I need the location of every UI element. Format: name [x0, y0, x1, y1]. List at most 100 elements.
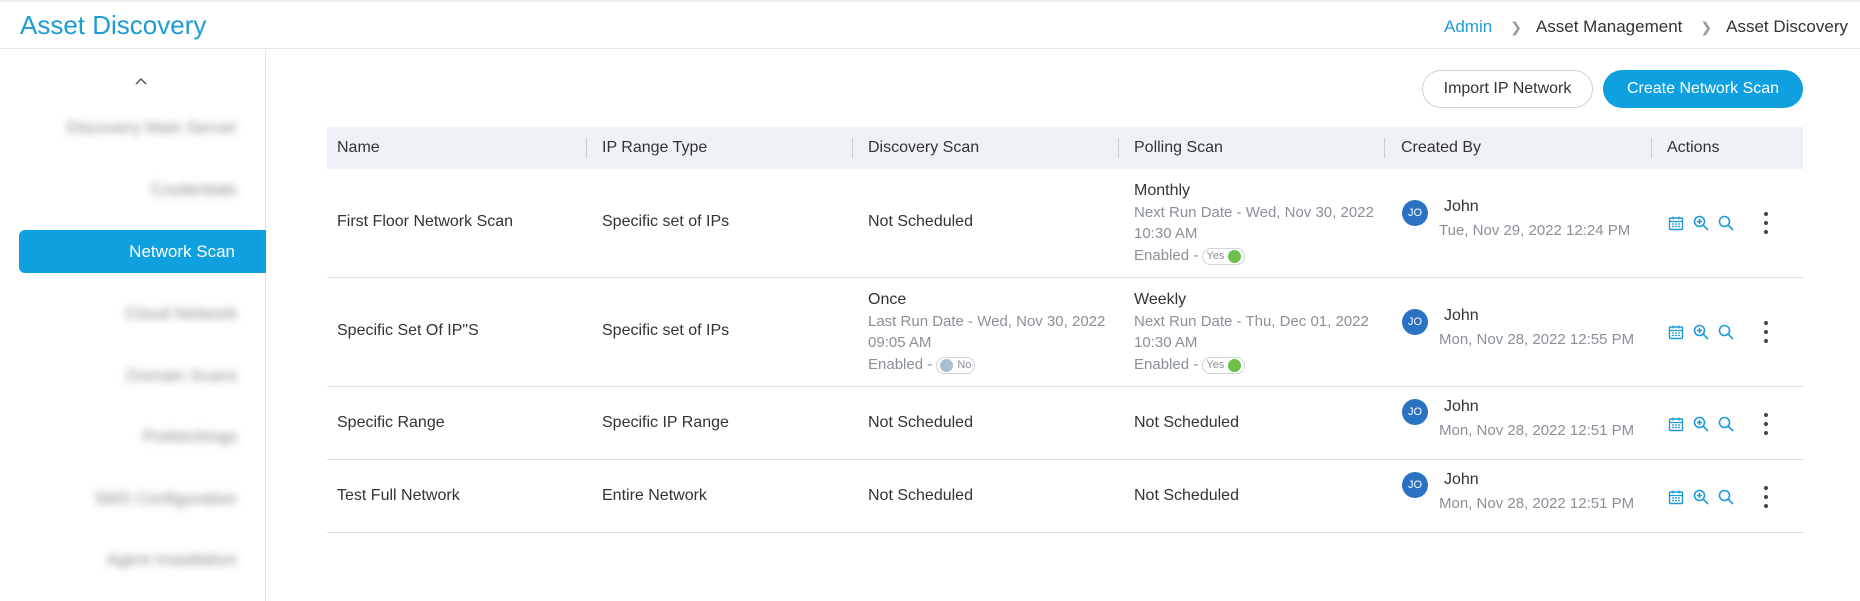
top-bar: Asset Discovery Admin ❯ Asset Management…: [0, 0, 1860, 49]
sidebar-item-blurred[interactable]: SMS Configuration: [94, 489, 237, 509]
calendar-icon[interactable]: [1668, 215, 1684, 231]
avatar: JO: [1402, 200, 1428, 226]
sidebar-item-blurred[interactable]: Prefetchings: [143, 427, 238, 447]
discovery-scan-status: Not Scheduled: [868, 487, 973, 504]
zoom-in-icon[interactable]: [1693, 215, 1709, 231]
column-header-actions: Actions: [1667, 139, 1720, 156]
zoom-in-icon[interactable]: [1693, 324, 1709, 340]
created-at: Mon, Nov 28, 2022 12:51 PM: [1439, 422, 1635, 439]
create-network-scan-button[interactable]: Create Network Scan: [1603, 70, 1803, 108]
zoom-in-icon[interactable]: [1693, 489, 1709, 505]
search-icon[interactable]: [1718, 416, 1734, 432]
discovery-enabled-label: Enabled -: [868, 356, 933, 373]
polling-scan-status: Not Scheduled: [1134, 487, 1239, 504]
avatar: JO: [1402, 472, 1428, 498]
sidebar-item-blurred[interactable]: Agent Installation: [107, 550, 237, 570]
row-actions: [1668, 212, 1769, 234]
created-at: Tue, Nov 29, 2022 12:24 PM: [1439, 222, 1631, 239]
column-header-ip-range-type[interactable]: IP Range Type: [602, 127, 707, 169]
network-scan-table: Name IP Range Type Discovery Scan Pollin…: [327, 127, 1803, 533]
table-row[interactable]: Specific Range Specific IP Range Not Sch…: [327, 387, 1803, 460]
breadcrumb-admin[interactable]: Admin: [1444, 17, 1492, 37]
column-divider: [586, 138, 587, 158]
created-at: Mon, Nov 28, 2022 12:55 PM: [1439, 331, 1635, 348]
kebab-menu-icon[interactable]: [1763, 212, 1769, 234]
table-row[interactable]: Test Full Network Entire Network Not Sch…: [327, 460, 1803, 533]
column-header-discovery-scan[interactable]: Discovery Scan: [868, 127, 979, 169]
chevron-up-icon[interactable]: [135, 76, 147, 88]
row-actions: [1668, 413, 1769, 435]
column-divider: [1118, 138, 1119, 158]
discovery-scan-frequency: Once: [868, 291, 907, 308]
scan-name[interactable]: Specific Set Of IP"S: [337, 322, 479, 340]
chevron-right-icon: ❯: [1510, 18, 1522, 35]
search-icon[interactable]: [1718, 215, 1734, 231]
breadcrumb-current: Asset Discovery: [1726, 17, 1848, 36]
column-divider: [1384, 138, 1385, 158]
discovery-enabled-toggle[interactable]: No: [936, 356, 976, 374]
ip-range-type: Specific set of IPs: [602, 322, 730, 339]
discovery-enabled: Enabled - No: [868, 356, 976, 374]
table-row[interactable]: Specific Set Of IP"S Specific set of IPs…: [327, 278, 1803, 387]
toggle-label: Yes: [1206, 250, 1225, 263]
discovery-last-run-time: 09:05 AM: [868, 334, 932, 351]
creator-name: John: [1444, 398, 1479, 415]
import-ip-network-button[interactable]: Import IP Network: [1422, 70, 1593, 108]
kebab-menu-icon[interactable]: [1763, 413, 1769, 435]
toggle-knob: [1228, 249, 1242, 263]
toggle-knob: [1228, 358, 1242, 372]
search-icon[interactable]: [1718, 489, 1734, 505]
sidebar: Discovery Main Server Credentials Networ…: [0, 50, 266, 601]
row-actions: [1668, 321, 1769, 343]
kebab-menu-icon[interactable]: [1763, 321, 1769, 343]
toggle-label: No: [957, 359, 972, 372]
column-divider: [1651, 138, 1652, 158]
calendar-icon[interactable]: [1668, 324, 1684, 340]
ip-range-type: Specific set of IPs: [602, 213, 730, 230]
avatar: JO: [1402, 309, 1428, 335]
avatar: JO: [1402, 399, 1428, 425]
discovery-scan-status: Not Scheduled: [868, 414, 973, 431]
polling-next-run-time: 10:30 AM: [1134, 334, 1198, 351]
calendar-icon[interactable]: [1668, 489, 1684, 505]
polling-next-run-date: Next Run Date - Wed, Nov 30, 2022: [1134, 204, 1374, 221]
polling-enabled: Enabled - Yes: [1134, 247, 1246, 265]
discovery-scan-status: Not Scheduled: [868, 213, 973, 230]
creator-name: John: [1444, 307, 1479, 324]
sidebar-item-blurred[interactable]: Cloud Network: [126, 304, 238, 324]
search-icon[interactable]: [1718, 324, 1734, 340]
column-header-created-by[interactable]: Created By: [1401, 127, 1481, 169]
kebab-menu-icon[interactable]: [1763, 486, 1769, 508]
scan-name[interactable]: Specific Range: [337, 414, 445, 432]
breadcrumb-asset-management: Asset Management: [1535, 17, 1683, 36]
ip-range-type: Entire Network: [602, 487, 707, 504]
page-title: Asset Discovery: [20, 10, 207, 40]
polling-enabled-toggle[interactable]: Yes: [1202, 356, 1246, 374]
polling-next-run-time: 10:30 AM: [1134, 225, 1198, 242]
created-at: Mon, Nov 28, 2022 12:51 PM: [1439, 495, 1635, 512]
creator-name: John: [1444, 198, 1479, 215]
table-header: Name IP Range Type Discovery Scan Pollin…: [327, 127, 1803, 169]
sidebar-item-network-scan[interactable]: Network Scan: [19, 230, 266, 273]
table-row[interactable]: First Floor Network Scan Specific set of…: [327, 169, 1803, 278]
column-header-name[interactable]: Name: [337, 127, 380, 169]
polling-scan-frequency: Weekly: [1134, 291, 1187, 308]
polling-next-run-date: Next Run Date - Thu, Dec 01, 2022: [1134, 313, 1369, 330]
scan-name[interactable]: Test Full Network: [337, 487, 460, 505]
chevron-right-icon: ❯: [1700, 18, 1713, 35]
column-header-polling-scan[interactable]: Polling Scan: [1134, 127, 1223, 169]
polling-scan-status: Not Scheduled: [1134, 414, 1239, 431]
polling-enabled-label: Enabled -: [1134, 247, 1199, 264]
creator-name: John: [1444, 471, 1479, 488]
polling-enabled-toggle[interactable]: Yes: [1202, 247, 1246, 265]
zoom-in-icon[interactable]: [1693, 416, 1709, 432]
column-divider: [852, 138, 853, 158]
toggle-knob: [940, 358, 954, 372]
row-actions: [1668, 486, 1769, 508]
sidebar-item-blurred[interactable]: Discovery Main Server: [66, 118, 237, 138]
calendar-icon[interactable]: [1668, 416, 1684, 432]
breadcrumb: Admin ❯ Asset Management ❯ Asset Discove…: [1444, 17, 1848, 37]
sidebar-item-blurred[interactable]: Credentials: [151, 180, 237, 200]
scan-name[interactable]: First Floor Network Scan: [337, 213, 513, 231]
sidebar-item-blurred[interactable]: Domain Scans: [126, 366, 237, 386]
